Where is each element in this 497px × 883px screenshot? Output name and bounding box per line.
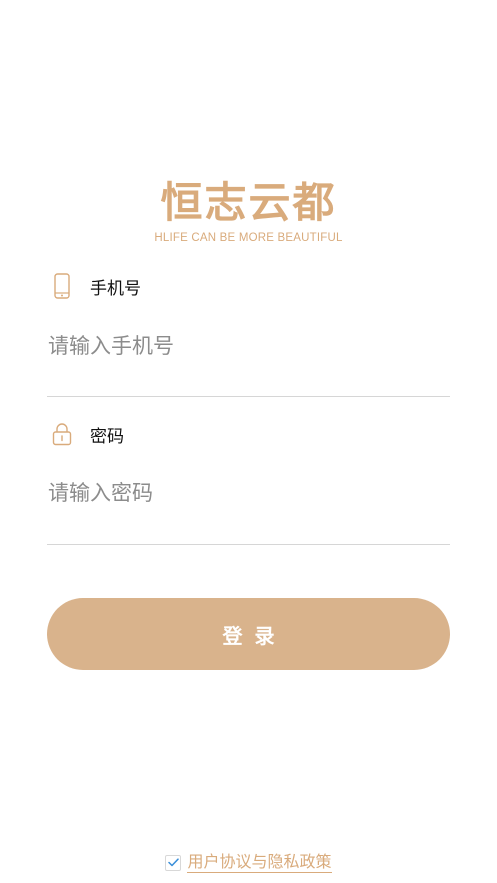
phone-label-row: 手机号 xyxy=(52,272,141,300)
agreement-checkbox[interactable] xyxy=(165,854,182,871)
phone-label: 手机号 xyxy=(90,278,141,299)
password-input[interactable] xyxy=(47,473,451,513)
agreement-link[interactable]: 用户协议与隐私政策 xyxy=(187,852,332,873)
logo-title: 恒志云都 xyxy=(160,178,337,227)
logo-tagline: HLIFE CAN BE MORE BEAUTIFUL xyxy=(154,232,343,244)
password-label-row: 密码 xyxy=(52,420,124,448)
phone-icon xyxy=(52,272,72,300)
phone-input[interactable] xyxy=(47,326,451,366)
check-icon xyxy=(168,858,179,867)
password-label: 密码 xyxy=(90,426,124,447)
phone-divider xyxy=(47,396,450,397)
logo: 恒志云都 HLIFE CAN BE MORE BEAUTIFUL xyxy=(0,178,497,245)
password-divider xyxy=(47,544,450,545)
login-button[interactable]: 登录 xyxy=(47,598,450,670)
lock-icon xyxy=(52,420,72,448)
agreement-row: 用户协议与隐私政策 xyxy=(0,852,497,873)
